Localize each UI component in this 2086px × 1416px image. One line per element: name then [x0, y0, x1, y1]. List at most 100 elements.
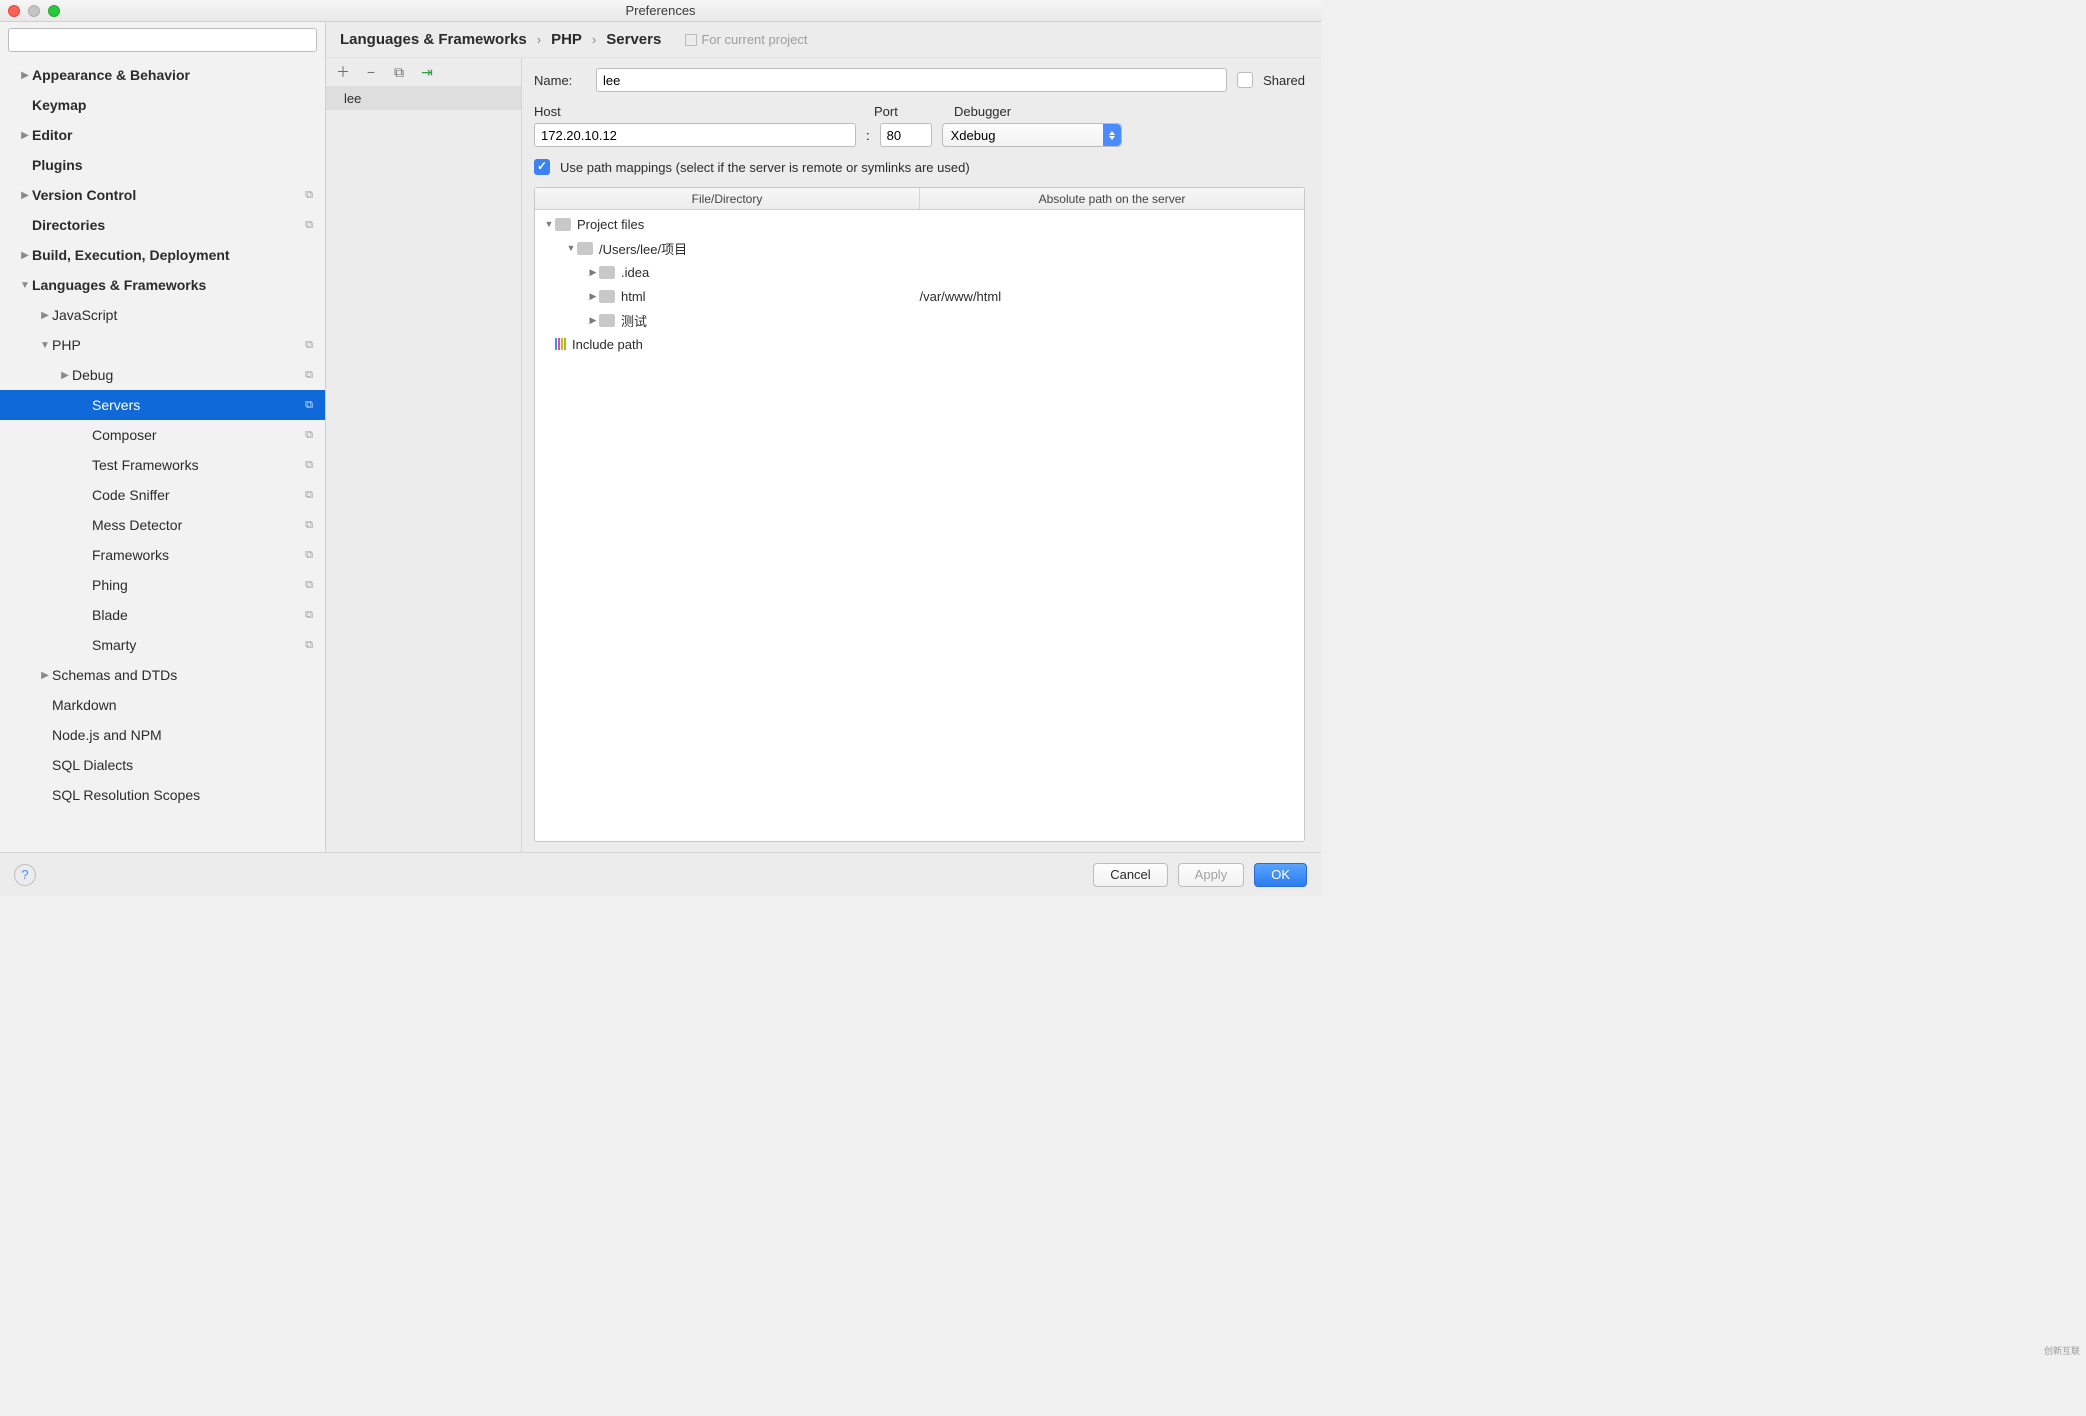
cancel-button[interactable]: Cancel	[1093, 863, 1167, 887]
tree-item[interactable]: ▼Languages & Frameworks	[0, 270, 325, 300]
tree-item[interactable]: ▶Test Frameworks⧉	[0, 450, 325, 480]
copy-scope-icon: ⧉	[299, 459, 319, 472]
grid-row[interactable]: ▶.idea	[535, 260, 1304, 284]
tree-item[interactable]: ▶JavaScript	[0, 300, 325, 330]
server-form: Name: Shared Host Port Debugger :	[522, 58, 1321, 852]
tree-item-label: Languages & Frameworks	[32, 277, 325, 293]
copy-scope-icon: ⧉	[299, 219, 319, 232]
folder-icon	[599, 266, 615, 279]
grid-col-file[interactable]: File/Directory	[535, 188, 920, 209]
tree-item[interactable]: ▶Build, Execution, Deployment	[0, 240, 325, 270]
tree-item[interactable]: ▶Composer⧉	[0, 420, 325, 450]
list-toolbar: ＋ − ⧉ ⇥	[326, 58, 521, 86]
chevron-icon: ▶	[18, 130, 32, 141]
breadcrumb-seg[interactable]: PHP	[551, 31, 582, 48]
tree-item[interactable]: ▶Keymap	[0, 90, 325, 120]
tree-item[interactable]: ▶Directories⧉	[0, 210, 325, 240]
servers-panel: ＋ − ⧉ ⇥ lee Name: Shared	[326, 58, 1321, 852]
grid-cell-label: /Users/lee/项目	[599, 239, 687, 258]
apply-button[interactable]: Apply	[1178, 863, 1245, 887]
tree-item[interactable]: ▶Appearance & Behavior	[0, 60, 325, 90]
grid-body[interactable]: ▼Project files▼/Users/lee/项目▶.idea▶html/…	[535, 210, 1304, 841]
port-input[interactable]	[880, 123, 932, 147]
grid-row[interactable]: ▶html/var/www/html	[535, 284, 1304, 308]
tree-item[interactable]: ▶Servers⧉	[0, 390, 325, 420]
grid-row[interactable]: ▶测试	[535, 308, 1304, 332]
copy-icon[interactable]: ⧉	[390, 63, 408, 81]
name-input[interactable]	[596, 68, 1227, 92]
tree-item[interactable]: ▶Mess Detector⧉	[0, 510, 325, 540]
tree-item[interactable]: ▶Schemas and DTDs	[0, 660, 325, 690]
titlebar: Preferences	[0, 0, 1321, 22]
mappings-checkbox[interactable]	[534, 159, 550, 175]
colon-label: :	[866, 128, 870, 143]
grid-cell-label: .idea	[621, 265, 649, 280]
close-icon[interactable]	[8, 5, 20, 17]
tree-item[interactable]: ▶Frameworks⧉	[0, 540, 325, 570]
tree-item-label: Schemas and DTDs	[52, 667, 325, 683]
tree-item[interactable]: ▶SQL Resolution Scopes	[0, 780, 325, 810]
host-input[interactable]	[534, 123, 856, 147]
tree-item[interactable]: ▼PHP⧉	[0, 330, 325, 360]
tree-item-label: Version Control	[32, 187, 299, 203]
chevron-icon: ▼	[543, 219, 555, 229]
tree-item[interactable]: ▶SQL Dialects	[0, 750, 325, 780]
tree-item-label: Keymap	[32, 97, 325, 113]
tree-item[interactable]: ▶Debug⧉	[0, 360, 325, 390]
tree-item-label: Node.js and NPM	[52, 727, 325, 743]
tree-item[interactable]: ▶Plugins	[0, 150, 325, 180]
remove-icon[interactable]: −	[362, 63, 380, 81]
grid-cell-path[interactable]: /var/www/html	[920, 289, 1305, 304]
breadcrumb-seg[interactable]: Servers	[606, 31, 661, 48]
copy-scope-icon: ⧉	[299, 489, 319, 502]
mappings-grid: File/Directory Absolute path on the serv…	[534, 187, 1305, 842]
footer: ? Cancel Apply OK	[0, 852, 1321, 896]
folder-icon	[599, 314, 615, 327]
add-icon[interactable]: ＋	[334, 63, 352, 81]
grid-cell-label: Project files	[577, 217, 644, 232]
import-icon[interactable]: ⇥	[418, 63, 436, 81]
grid-row[interactable]: ▼ Project files	[535, 212, 1304, 236]
select-arrow-icon	[1103, 124, 1121, 146]
debugger-select[interactable]: Xdebug	[942, 123, 1122, 147]
shared-checkbox[interactable]	[1237, 72, 1253, 88]
chevron-icon: ▶	[587, 315, 599, 326]
tree-item[interactable]: ▶Version Control⧉	[0, 180, 325, 210]
tree-item[interactable]: ▶Smarty⧉	[0, 630, 325, 660]
settings-tree[interactable]: ▶Appearance & Behavior▶Keymap▶Editor▶Plu…	[0, 56, 325, 852]
tree-item[interactable]: ▶Blade⧉	[0, 600, 325, 630]
preferences-window: Preferences Q▾ ▶Appearance & Behavior▶Ke…	[0, 0, 1321, 896]
tree-item[interactable]: ▶Phing⧉	[0, 570, 325, 600]
tree-item[interactable]: ▶Markdown	[0, 690, 325, 720]
search-input[interactable]	[8, 28, 317, 52]
maximize-icon[interactable]	[48, 5, 60, 17]
grid-row[interactable]: ▼/Users/lee/项目	[535, 236, 1304, 260]
tree-item-label: Appearance & Behavior	[32, 67, 325, 83]
minimize-icon[interactable]	[28, 5, 40, 17]
watermark: 创新互联	[2026, 1314, 2086, 1386]
tree-item[interactable]: ▶Code Sniffer⧉	[0, 480, 325, 510]
breadcrumb-seg[interactable]: Languages & Frameworks	[340, 31, 527, 48]
copy-scope-icon: ⧉	[299, 189, 319, 202]
tree-item[interactable]: ▶Node.js and NPM	[0, 720, 325, 750]
copy-scope-icon: ⧉	[299, 579, 319, 592]
help-button[interactable]: ?	[14, 864, 36, 886]
folder-icon	[599, 290, 615, 303]
grid-row[interactable]: Include path	[535, 332, 1304, 356]
chevron-icon: ▶	[18, 190, 32, 201]
folder-icon	[555, 218, 571, 231]
servers-list[interactable]: lee	[326, 86, 521, 852]
copy-scope-icon: ⧉	[299, 639, 319, 652]
grid-col-path[interactable]: Absolute path on the server	[920, 188, 1304, 209]
tree-item-label: Debug	[72, 367, 299, 383]
debugger-value: Xdebug	[951, 128, 996, 143]
ok-button[interactable]: OK	[1254, 863, 1307, 887]
host-label: Host	[534, 104, 864, 119]
tree-item-label: Editor	[32, 127, 325, 143]
copy-scope-icon: ⧉	[299, 399, 319, 412]
chevron-icon: ▼	[38, 340, 52, 351]
mappings-label: Use path mappings (select if the server …	[560, 160, 970, 175]
tree-item[interactable]: ▶Editor	[0, 120, 325, 150]
chevron-icon: ▶	[38, 670, 52, 681]
server-list-item[interactable]: lee	[326, 86, 521, 110]
